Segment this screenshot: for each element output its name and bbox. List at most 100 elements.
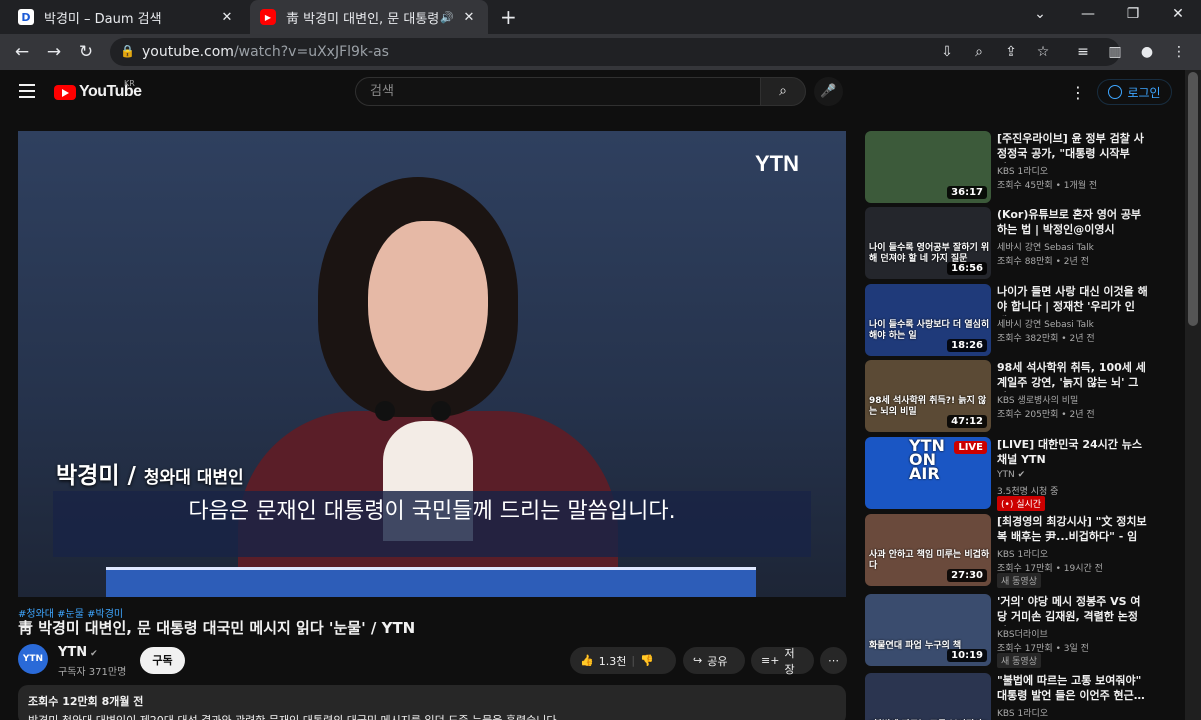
video-thumbnail[interactable]: 화물연대 파업 누구의 책 10:19 [865,594,991,666]
browser-window: D 박경미 – Daum 검색 ✕ ▶ 靑 박경미 대변인, 문 대통령 🔊 ✕… [0,0,1201,720]
thumbs-down-icon[interactable]: 👎 [640,654,654,667]
channel-name[interactable]: YTN ✔ [58,645,98,660]
more-actions-icon[interactable]: ⋯ [820,647,847,674]
related-channel-name[interactable]: 세바시 강연 Sebasi Talk [997,240,1094,253]
region-code: KR [124,79,135,88]
related-video-title[interactable]: '거의' 야당 메시 정봉주 VS 여당 거미손 김재원, 격렬한 논정의… [997,594,1149,626]
tab-search-chevron-down-icon[interactable]: ⌄ [1030,6,1050,22]
close-tab-icon[interactable]: ✕ [218,10,236,25]
speaker-role: 청와대 대변인 [143,468,244,488]
subscribe-button[interactable]: 구독 [140,647,185,674]
minimize-icon[interactable]: — [1078,6,1098,22]
related-video-item[interactable]: 사과 안하고 책임 미루는 비겁하다 27:30 [최경영의 최강시사] "文 정치… [865,514,1165,588]
playlist-add-icon: ≡+ [761,654,780,667]
more-options-icon[interactable]: ⋮ [1070,83,1086,102]
related-channel-name[interactable]: 세바시 강연 Sebasi Talk [997,317,1094,330]
youtube-logo[interactable]: YouTube KR [54,79,142,101]
video-thumbnail[interactable]: YTN ON AIR LIVE [865,437,991,509]
speaker-nameplate: 박경미 / 청와대 대변인 [56,456,244,490]
save-button[interactable]: ≡+ 저장 [751,647,814,676]
related-video-item[interactable]: "불법에 따르는 고통 보여줘야""불법에 따르는 고통 보여줘야" 대통령 발… [865,673,1165,720]
related-channel-name[interactable]: KBS 1라디오 [997,164,1048,177]
lock-icon[interactable]: 🔒 [120,44,135,58]
related-view-count: 조회수 88만회 • 2년 전 [997,257,1089,267]
media-control-icon[interactable]: ≡ [1074,44,1092,60]
share-button[interactable]: ↪ 공유 [683,647,745,674]
login-label: 로그인 [1127,85,1161,100]
related-video-item[interactable]: 36:17 [주진우라이브] 윤 정부 검찰 사정정국 공가, "대통령 시작부터… [865,131,1165,203]
browser-menu-icon[interactable]: ⋮ [1170,44,1188,60]
forward-arrow-icon[interactable]: → [44,42,64,62]
related-video-item[interactable]: 나이 들수록 영어공부 잘하기 위해 던져야 할 네 가지 질문 16:56 (Ko… [865,207,1165,279]
related-channel-name[interactable]: KBS 1라디오 [997,706,1048,719]
video-thumbnail[interactable]: 나이 들수록 사랑보다 더 열심히 해야 하는 일 18:26 [865,284,991,356]
zoom-icon[interactable]: ⌕ [970,44,988,60]
related-channel-name[interactable]: KBS 1라디오 [997,547,1048,560]
speaker-name: 박경미 [56,463,120,489]
podium-mic-right [431,401,451,421]
side-panel-icon[interactable]: ▥ [1106,44,1124,60]
search-input[interactable]: 검색 [355,77,761,106]
daum-favicon-icon: D [18,9,34,25]
duration-badge: 10:19 [947,649,987,662]
related-video-item[interactable]: YTN ON AIR LIVE [LIVE] 대한민국 24시간 뉴스채널 YTN Y… [865,437,1165,511]
channel-name-text: YTN [58,645,88,660]
related-channel-name[interactable]: KBS 생로병사의 비밀 [997,393,1078,406]
video-thumbnail[interactable]: "불법에 따르는 고통 보여줘야" [865,673,991,720]
back-arrow-icon[interactable]: ← [12,42,32,62]
new-video-badge: 새 동영상 [997,653,1041,668]
related-video-item[interactable]: 화물연대 파업 누구의 책 10:19 '거의' 야당 메시 정봉주 VS 여당 거… [865,594,1165,668]
related-video-title[interactable]: [주진우라이브] 윤 정부 검찰 사정정국 공가, "대통령 시작부터… [997,131,1149,163]
description-text: 박경미 청와대 대변인이 제20대 대선 결과와 관련한 문재인 대통령의 대국… [28,712,836,720]
tab-daum[interactable]: D 박경미 – Daum 검색 ✕ [8,0,246,34]
live-badge: LIVE [954,441,987,454]
tab-title: 박경미 – Daum 검색 [44,11,162,27]
reload-icon[interactable]: ↻ [76,42,96,62]
install-app-icon[interactable]: ⇩ [938,44,956,60]
channel-avatar[interactable]: YTN [18,644,48,674]
like-button[interactable]: 👍 1.3천 | 👎 [570,647,676,674]
bookmark-star-icon[interactable]: ☆ [1034,44,1052,60]
video-thumbnail[interactable]: 98세 석사학위 취득?! 늙지 않는 뇌의 비밀 47:12 [865,360,991,432]
login-button[interactable]: 로그인 [1097,79,1172,105]
view-count-date: 조회수 12만회 8개월 전 [28,695,144,708]
search-button[interactable]: ⌕ [760,77,806,106]
related-channel-name[interactable]: KBS더라이브 [997,627,1048,640]
close-window-icon[interactable]: ✕ [1168,6,1188,22]
video-thumbnail[interactable]: 36:17 [865,131,991,203]
voice-search-button[interactable]: 🎤 [814,77,843,106]
video-thumbnail[interactable]: 사과 안하고 책임 미루는 비겁하다 27:30 [865,514,991,586]
restore-icon[interactable]: ❐ [1123,6,1143,22]
duration-badge: 27:30 [947,569,987,582]
share-page-icon[interactable]: ⇪ [1002,44,1020,60]
youtube-favicon-icon: ▶ [260,9,276,25]
user-circle-icon [1108,85,1123,99]
related-video-title[interactable]: (Kor)유튜브로 혼자 영어 공부하는 법 | 박정인@이영시 Summe… [997,207,1149,239]
related-video-item[interactable]: 98세 석사학위 취득?! 늙지 않는 뇌의 비밀 47:12 98세 석사학위 취… [865,360,1165,432]
hamburger-menu-icon[interactable] [19,84,35,98]
speaker-face [368,221,488,391]
related-video-title[interactable]: [최경영의 최강시사] "文 정치보복 배후는 尹...비겁하다" - 임종… [997,514,1149,546]
related-video-item[interactable]: 나이 들수록 사랑보다 더 열심히 해야 하는 일 18:26 나이가 들면 사랑 … [865,284,1165,356]
related-video-title[interactable]: "불법에 따르는 고통 보여줘야" 대통령 발언 들은 이언주 현근… [997,673,1149,703]
related-video-title[interactable]: 나이가 들면 사랑 대신 이것을 해야 합니다 | 정재찬 '우리가 인생… [997,284,1149,316]
close-tab-icon[interactable]: ✕ [460,10,478,25]
video-player[interactable]: YTN 박경미 / 청와대 대변인 다음은 문재인 대통령이 국민들께 드리는 … [18,131,846,597]
url-text[interactable]: youtube.com/watch?v=uXxJFl9k-as [142,44,389,60]
video-title: 靑 박경미 대변인, 문 대통령 대국민 메시지 읽다 '눈물' / YTN [18,619,416,637]
related-video-title[interactable]: [LIVE] 대한민국 24시간 뉴스채널 YTN [997,437,1149,467]
video-thumbnail[interactable]: 나이 들수록 영어공부 잘하기 위해 던져야 할 네 가지 질문 16:56 [865,207,991,279]
podium-mic-left [375,401,395,421]
scrollbar-thumb[interactable] [1188,72,1198,326]
profile-icon[interactable]: ● [1138,44,1156,60]
subtitle-text: 다음은 문재인 대통령이 국민들께 드리는 말씀입니다. [188,499,676,524]
page-scrollbar[interactable] [1185,70,1201,720]
related-video-title[interactable]: 98세 석사학위 취득, 100세 세계일주 강연, '늙지 않는 뇌' 그 비… [997,360,1149,392]
description-box[interactable]: 조회수 12만회 8개월 전 박경미 청와대 대변인이 제20대 대선 결과와 … [18,685,846,720]
tab-youtube[interactable]: ▶ 靑 박경미 대변인, 문 대통령 🔊 ✕ [250,0,488,34]
related-channel-name[interactable]: YTN ✔ [997,470,1025,480]
duration-badge: 16:56 [947,262,987,275]
new-tab-icon[interactable]: + [500,5,517,29]
thumbs-up-icon: 👍 [580,654,594,667]
speaker-icon[interactable]: 🔊 [440,11,454,24]
